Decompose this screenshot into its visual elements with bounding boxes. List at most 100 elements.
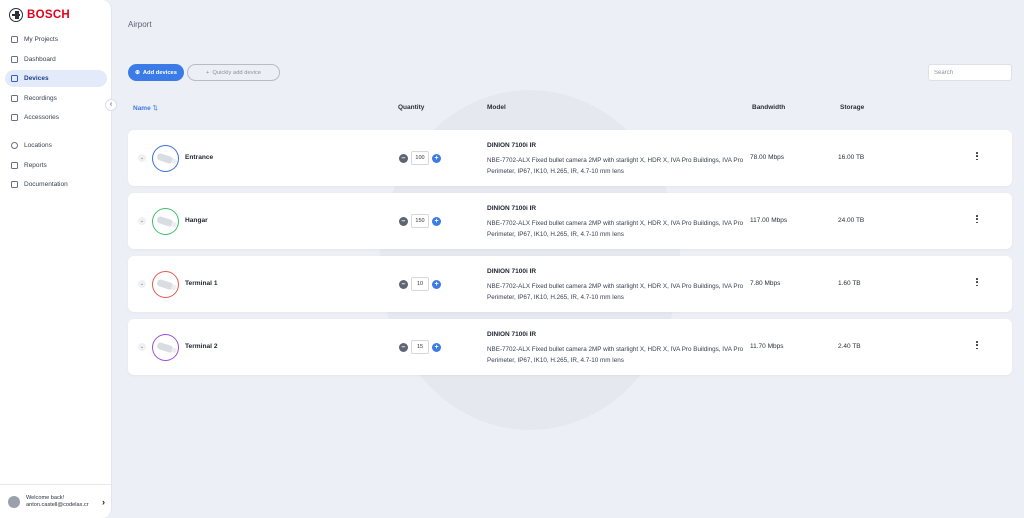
bosch-logo-icon: [9, 8, 23, 22]
more-options-icon[interactable]: [974, 339, 980, 351]
quantity-input[interactable]: 150: [411, 214, 429, 228]
report-icon: [11, 162, 18, 169]
sidebar-item-label: Reports: [24, 162, 47, 169]
column-header-storage: Storage: [840, 104, 865, 111]
model-cell: DINION 7100i IR NBE-7702-ALX Fixed bulle…: [487, 205, 747, 240]
device-name: Entrance: [185, 154, 214, 161]
user-email: anton.castell@codelax.cr: [26, 501, 89, 508]
model-description: NBE-7702-ALX Fixed bullet camera 2MP wit…: [487, 283, 744, 301]
column-header-model: Model: [487, 104, 506, 111]
model-title: DINION 7100i IR: [487, 142, 537, 149]
sidebar-item-label: Locations: [24, 142, 52, 149]
bandwidth-value: 78.00 Mbps: [750, 154, 784, 161]
storage-value: 24.00 TB: [838, 217, 865, 224]
increment-button[interactable]: +: [432, 342, 441, 352]
expand-chevron-icon[interactable]: ⌄: [138, 154, 146, 162]
quantity-input[interactable]: 15: [411, 340, 429, 354]
bandwidth-value: 11.70 Mbps: [750, 343, 784, 350]
model-title: DINION 7100i IR: [487, 268, 537, 275]
increment-button[interactable]: +: [432, 279, 441, 289]
plus-circle-icon: ⊕: [134, 69, 140, 76]
table-row[interactable]: ⌄ Terminal 1 – 10 + DINION 7100i IR NBE-…: [128, 256, 1012, 312]
user-info: Welcome back! anton.castell@codelax.cr: [26, 495, 96, 509]
collapse-sidebar-button[interactable]: ‹: [105, 99, 117, 111]
column-header-name[interactable]: Name ⇅: [133, 104, 158, 112]
sidebar-item-devices[interactable]: Devices: [5, 70, 107, 87]
storage-value: 1.60 TB: [838, 280, 861, 287]
sidebar-item-label: Recordings: [24, 95, 57, 102]
decrement-button[interactable]: –: [399, 342, 408, 352]
table-row[interactable]: ⌄ Hangar – 150 + DINION 7100i IR NBE-770…: [128, 193, 1012, 249]
sidebar-item-label: Devices: [24, 75, 49, 82]
bandwidth-value: 117.00 Mbps: [750, 217, 788, 224]
brand-name: BOSCH: [27, 9, 71, 21]
expand-chevron-icon[interactable]: ⌄: [138, 280, 146, 288]
camera-icon: [156, 152, 174, 165]
camera-icon: [156, 278, 174, 291]
device-avatar: [152, 208, 179, 235]
table-row[interactable]: ⌄ Terminal 2 – 15 + DINION 7100i IR NBE-…: [128, 319, 1012, 375]
device-avatar: [152, 271, 179, 298]
decrement-button[interactable]: –: [399, 279, 408, 289]
search-input[interactable]: [928, 64, 1012, 81]
model-description: NBE-7702-ALX Fixed bullet camera 2MP wit…: [487, 157, 744, 175]
increment-button[interactable]: +: [432, 216, 441, 226]
expand-chevron-icon[interactable]: ⌄: [138, 343, 146, 351]
column-header-bandwidth: Bandwidth: [752, 104, 786, 111]
sidebar-item-label: Dashboard: [24, 56, 56, 63]
sidebar-item-recordings[interactable]: Recordings: [5, 90, 107, 107]
sidebar-item-label: Accessories: [24, 114, 60, 121]
decrement-button[interactable]: –: [399, 216, 408, 226]
camera-icon: [11, 75, 18, 82]
more-options-icon[interactable]: [974, 150, 980, 162]
user-profile[interactable]: Welcome back! anton.castell@codelax.cr ›: [0, 484, 111, 518]
header-name-label: Name: [133, 105, 151, 112]
brand-logo[interactable]: BOSCH: [9, 8, 70, 22]
sidebar-item-documentation[interactable]: Documentation: [5, 176, 107, 193]
device-name: Terminal 1: [185, 280, 218, 287]
decrement-button[interactable]: –: [399, 153, 408, 163]
camera-icon: [156, 215, 174, 228]
expand-chevron-icon[interactable]: ⌄: [138, 217, 146, 225]
device-avatar: [152, 334, 179, 361]
sidebar-item-label: Documentation: [24, 181, 68, 188]
model-title: DINION 7100i IR: [487, 331, 537, 338]
chevron-right-icon[interactable]: ›: [102, 497, 105, 507]
more-options-icon[interactable]: [974, 213, 980, 225]
device-name: Hangar: [185, 217, 208, 224]
sidebar-item-accessories[interactable]: Accessories: [5, 109, 107, 126]
list-icon: [11, 36, 18, 43]
accessories-icon: [11, 114, 18, 121]
sidebar-item-reports[interactable]: Reports: [5, 157, 107, 174]
quantity-stepper: – 100 +: [399, 151, 441, 165]
sidebar: BOSCH My Projects Dashboard Devices Reco…: [0, 0, 112, 518]
add-devices-label: Add devices: [142, 69, 177, 76]
storage-value: 16.00 TB: [838, 154, 865, 161]
page-title: Airport: [128, 20, 152, 29]
quick-add-label: Quickly add device: [212, 69, 262, 76]
welcome-text: Welcome back!: [26, 494, 65, 501]
model-title: DINION 7100i IR: [487, 205, 537, 212]
camera-icon: [156, 341, 174, 354]
more-options-icon[interactable]: [974, 276, 980, 288]
sidebar-item-dashboard[interactable]: Dashboard: [5, 51, 107, 68]
model-cell: DINION 7100i IR NBE-7702-ALX Fixed bulle…: [487, 331, 747, 366]
add-devices-button[interactable]: ⊕ Add devices: [128, 64, 184, 81]
device-avatar: [152, 145, 179, 172]
quantity-input[interactable]: 100: [411, 151, 429, 165]
quantity-stepper: – 15 +: [399, 340, 441, 354]
book-icon: [11, 181, 18, 188]
storage-value: 2.40 TB: [838, 343, 861, 350]
quickly-add-device-button[interactable]: + Quickly add device: [187, 64, 280, 81]
column-header-quantity: Quantity: [398, 104, 425, 111]
bandwidth-value: 7.80 Mbps: [750, 280, 781, 287]
avatar: [8, 495, 20, 508]
model-description: NBE-7702-ALX Fixed bullet camera 2MP wit…: [487, 346, 744, 364]
table-row[interactable]: ⌄ Entrance – 100 + DINION 7100i IR NBE-7…: [128, 130, 1012, 186]
sidebar-item-label: My Projects: [24, 36, 58, 43]
sidebar-item-my-projects[interactable]: My Projects: [5, 31, 107, 48]
sidebar-item-locations[interactable]: Locations: [5, 137, 107, 154]
increment-button[interactable]: +: [432, 153, 441, 163]
quantity-stepper: – 10 +: [399, 277, 441, 291]
quantity-input[interactable]: 10: [411, 277, 429, 291]
